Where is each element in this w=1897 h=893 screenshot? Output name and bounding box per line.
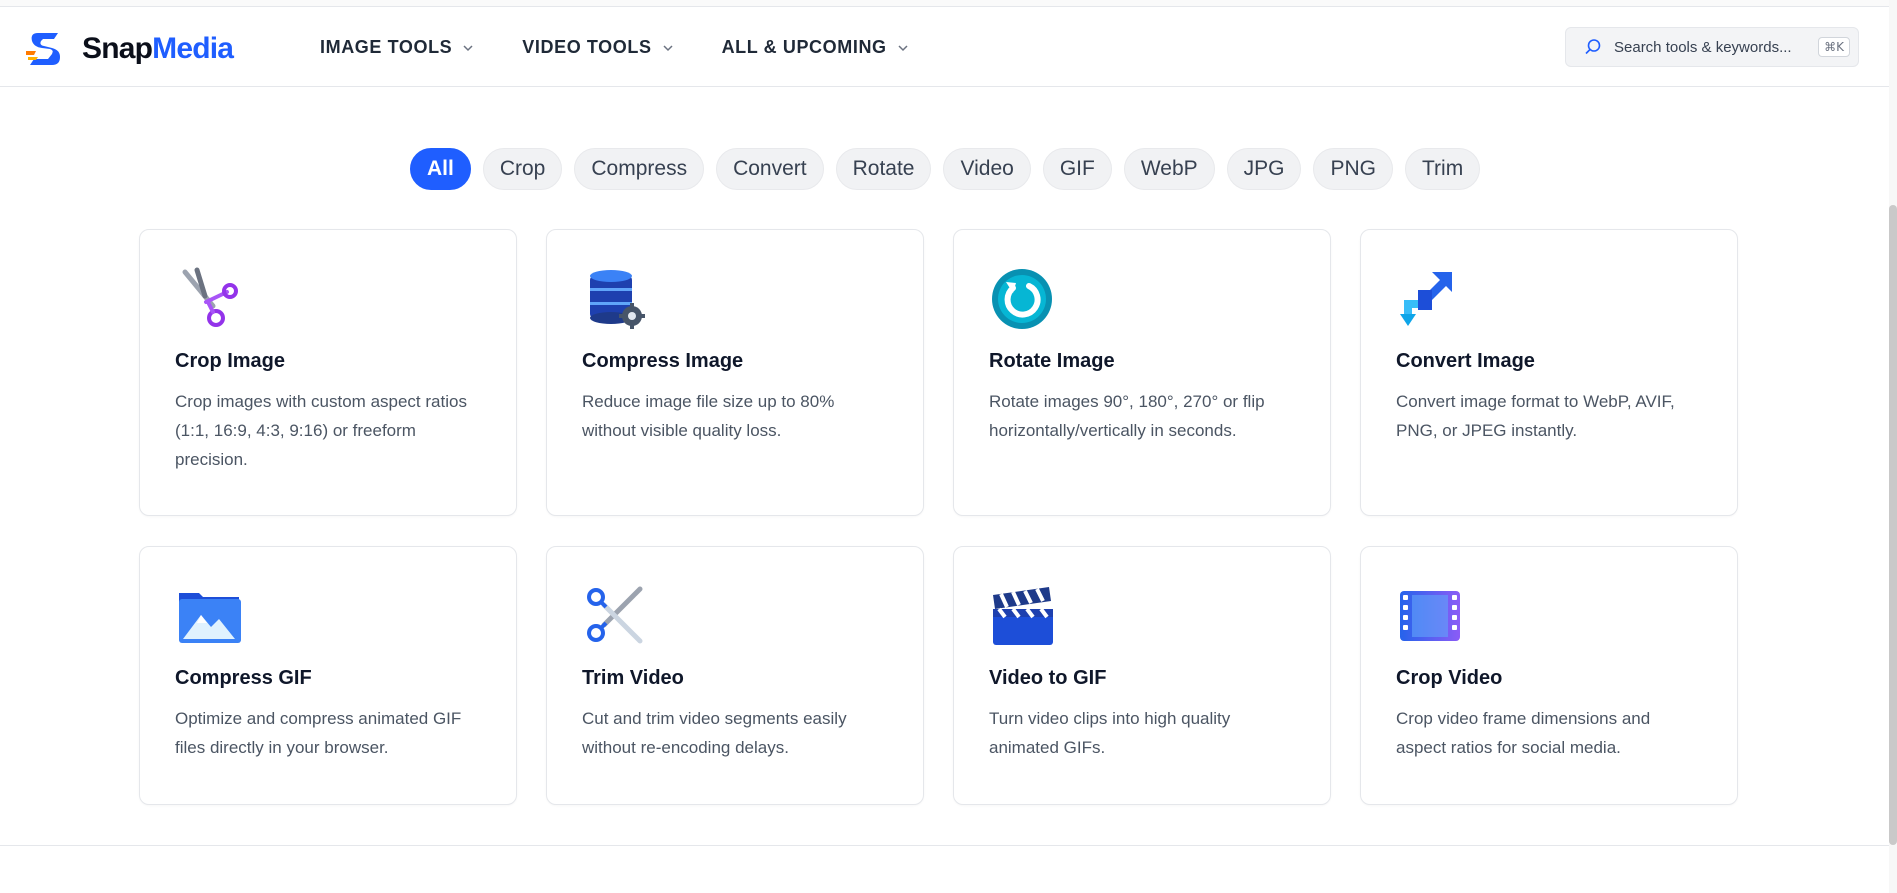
tool-description: Crop images with custom aspect ratios (1… [175,392,467,469]
scissors-icon [175,266,241,332]
tool-card-convert-image[interactable]: Convert Image Convert image format to We… [1360,229,1738,516]
filter-chip-gif[interactable]: GIF [1042,148,1112,190]
keyboard-shortcut-badge: ⌘K [1818,37,1850,57]
filter-chip-compress[interactable]: Compress [574,148,705,190]
chevron-down-icon [663,44,673,51]
tool-title: Crop Image [175,350,286,372]
tool-description: Reduce image file size up to 80% without… [582,392,835,440]
film-strip-icon [1396,583,1462,649]
tool-title: Trim Video [582,667,684,689]
filter-chip-convert[interactable]: Convert [716,148,824,190]
tool-description: Convert image format to WebP, AVIF, PNG,… [1396,392,1675,440]
convert-arrows-icon [1396,266,1462,332]
nav-image-tools[interactable]: IMAGE TOOLS [320,37,474,58]
scissors-blue-icon [582,583,648,649]
nav-label: VIDEO TOOLS [522,37,652,57]
tool-title: Crop Video [1396,667,1503,689]
nav-label: ALL & UPCOMING [721,37,887,57]
tool-title: Compress GIF [175,667,312,689]
nav-label: IMAGE TOOLS [320,37,453,57]
filter-chip-webp[interactable]: WebP [1123,148,1215,190]
tool-card-crop-image[interactable]: Crop Image Crop images with custom aspec… [139,229,517,516]
filter-chip-trim[interactable]: Trim [1405,148,1481,190]
section-divider [0,845,1897,846]
tool-title: Compress Image [582,350,744,372]
nav-all-upcoming[interactable]: ALL & UPCOMING [722,37,909,58]
tool-description: Cut and trim video segments easily witho… [582,709,847,757]
chevron-down-icon [898,44,908,51]
search-icon [1585,39,1601,55]
site-header: SnapMedia IMAGE TOOLS VIDEO TOOLS ALL & … [0,7,1897,87]
brand-name: SnapMedia [82,32,234,65]
tool-title: Rotate Image [989,350,1115,372]
tool-card-crop-video[interactable]: Crop Video Crop video frame dimensions a… [1360,546,1738,805]
tool-description: Turn video clips into high quality anima… [989,709,1231,757]
tool-card-rotate-image[interactable]: Rotate Image Rotate images 90°, 180°, 27… [953,229,1331,516]
filter-chip-jpg[interactable]: JPG [1226,148,1302,190]
tool-card-video-to-gif[interactable]: Video to GIF Turn video clips into high … [953,546,1331,805]
top-border [0,0,1897,7]
search-placeholder: Search tools & keywords... [1614,38,1792,56]
filter-chip-all[interactable]: All [410,148,471,190]
tool-card-compress-gif[interactable]: Compress GIF Optimize and compress anima… [139,546,517,805]
database-gear-icon [582,266,648,332]
chevron-down-icon [463,44,473,51]
tool-description: Optimize and compress animated GIF files… [175,709,462,757]
filter-chip-video[interactable]: Video [943,148,1031,190]
tool-description: Crop video frame dimensions and aspect r… [1396,709,1651,757]
tool-card-compress-image[interactable]: Compress Image Reduce image file size up… [546,229,924,516]
main-nav: IMAGE TOOLS VIDEO TOOLS ALL & UPCOMING [320,37,909,58]
image-folder-icon [175,583,241,649]
tool-description: Rotate images 90°, 180°, 270° or flip ho… [989,392,1265,440]
filter-chip-crop[interactable]: Crop [482,148,563,190]
brand-logo[interactable]: SnapMedia [24,27,234,71]
clapperboard-icon [989,583,1055,649]
filter-chip-png[interactable]: PNG [1313,148,1393,190]
search-input[interactable]: Search tools & keywords... ⌘K [1565,27,1859,67]
nav-video-tools[interactable]: VIDEO TOOLS [522,37,673,58]
filter-chips: All Crop Compress Convert Rotate Video G… [410,148,1481,190]
filter-chip-rotate[interactable]: Rotate [835,148,932,190]
tool-title: Video to GIF [989,667,1107,689]
tools-grid: Crop Image Crop images with custom aspec… [139,229,1738,805]
rotate-icon [989,266,1055,332]
tool-card-trim-video[interactable]: Trim Video Cut and trim video segments e… [546,546,924,805]
snapmedia-logo-icon [26,33,60,65]
page-scrollbar[interactable] [1889,0,1897,893]
scrollbar-thumb[interactable] [1889,205,1897,845]
tool-title: Convert Image [1396,350,1535,372]
